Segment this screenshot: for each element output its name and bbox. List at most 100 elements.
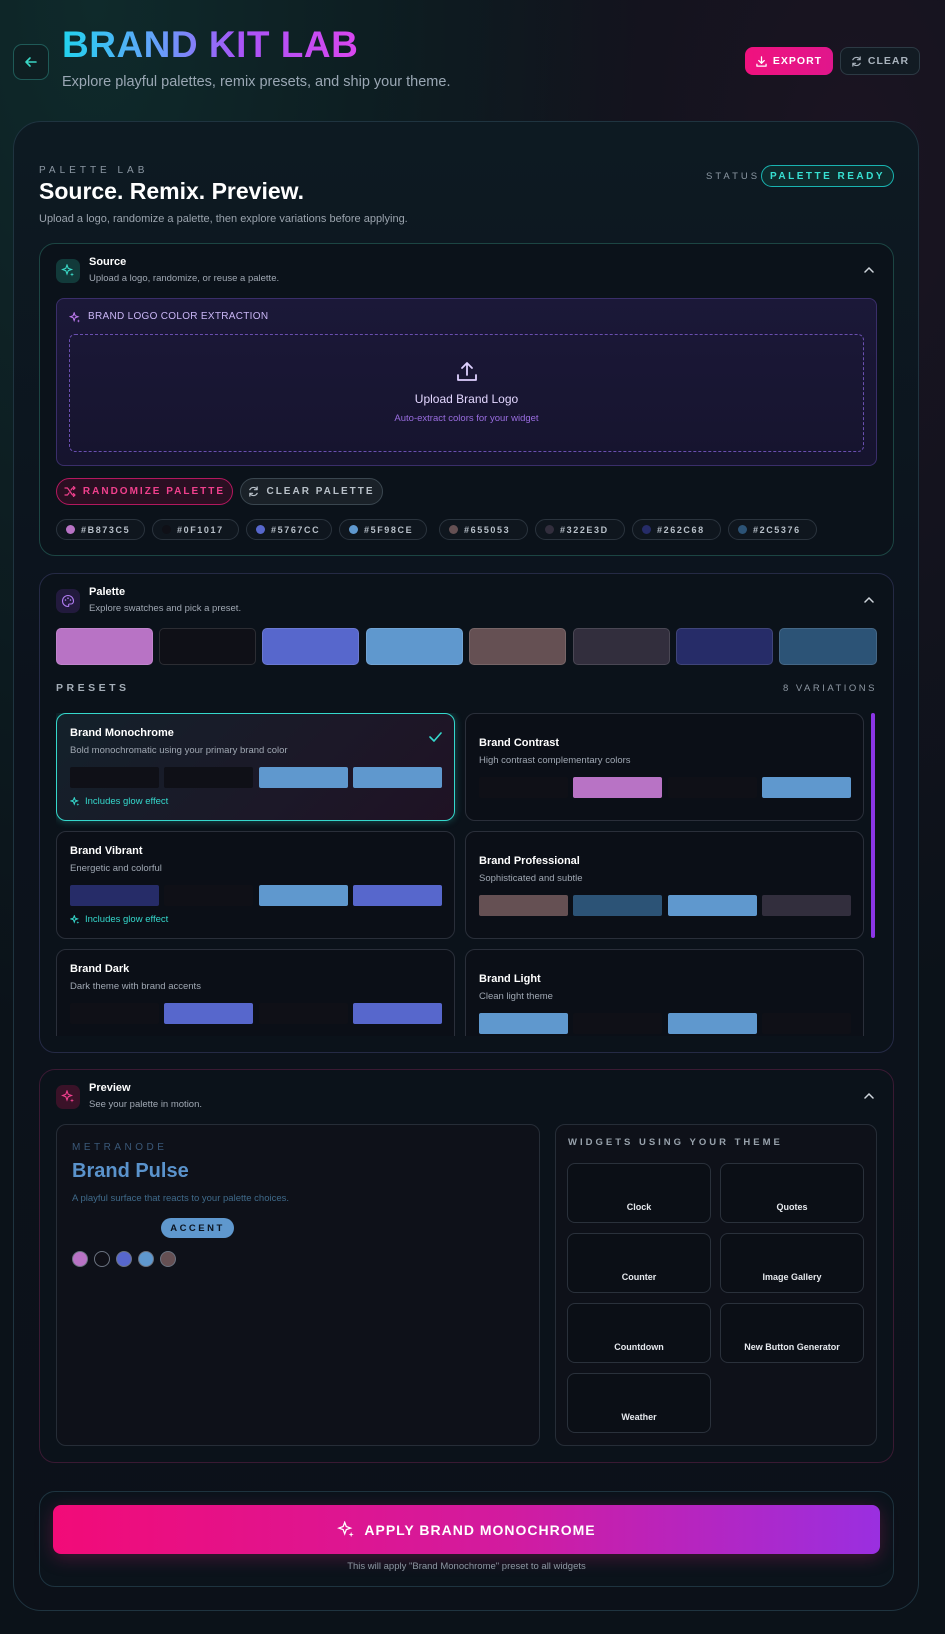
apply-note: This will apply "Brand Monochrome" prese… (347, 1561, 586, 1572)
palette-swatch[interactable] (262, 628, 359, 665)
widget-weather[interactable]: Weather (567, 1373, 711, 1433)
source-collapse-toggle[interactable] (864, 264, 874, 276)
preset-card-brand-light[interactable]: Brand Light Clean light theme (465, 949, 864, 1036)
refresh-icon (852, 55, 861, 67)
color-chip[interactable]: #322E3D (535, 519, 625, 540)
preset-color-bar (164, 1003, 253, 1024)
color-dot (349, 525, 358, 534)
preset-card-brand-monochrome[interactable]: Brand Monochrome Bold monochromatic usin… (56, 713, 455, 821)
preset-color-bar (668, 895, 757, 916)
color-chip[interactable]: #5767CC (246, 519, 332, 540)
preset-color-bar (668, 777, 757, 798)
preset-name: Brand Vibrant (70, 845, 143, 857)
preset-card-brand-dark[interactable]: Brand Dark Dark theme with brand accents (56, 949, 455, 1036)
sparkles-icon (61, 264, 74, 277)
palette-section-icon (56, 589, 80, 613)
chevron-up-icon (864, 266, 874, 273)
widget-quotes[interactable]: Quotes (720, 1163, 864, 1223)
preset-card-brand-vibrant[interactable]: Brand Vibrant Energetic and colorful Inc… (56, 831, 455, 939)
color-chip[interactable]: #5F98CE (339, 519, 427, 540)
source-title: Source (89, 256, 127, 268)
sparkles-icon (337, 1520, 355, 1537)
preview-kicker: METRANODE (72, 1142, 168, 1153)
preset-desc: Sophisticated and subtle (479, 873, 583, 884)
palette-swatch[interactable] (676, 628, 773, 665)
color-dot (738, 525, 747, 534)
palette-swatch[interactable] (159, 628, 256, 665)
preset-name: Brand Dark (70, 963, 130, 975)
color-chip[interactable]: #0F1017 (152, 519, 239, 540)
preset-color-bar (762, 1013, 851, 1034)
clear-button[interactable]: CLEAR (840, 47, 920, 75)
widget-image-gallery[interactable]: Image Gallery (720, 1233, 864, 1293)
preview-color-dot (116, 1251, 132, 1267)
preview-color-dot (94, 1251, 110, 1267)
widget-clock[interactable]: Clock (567, 1163, 711, 1223)
color-dot (162, 525, 171, 534)
preview-color-dot (72, 1251, 88, 1267)
preset-name: Brand Light (479, 973, 541, 985)
refresh-icon (249, 486, 259, 497)
color-chip[interactable]: #262C68 (632, 519, 721, 540)
palette-swatch[interactable] (573, 628, 670, 665)
widget-new-button-generator[interactable]: New Button Generator (720, 1303, 864, 1363)
back-button[interactable] (13, 44, 49, 80)
preview-section-icon (56, 1085, 80, 1109)
widget-counter[interactable]: Counter (567, 1233, 711, 1293)
preset-color-bar (259, 767, 348, 788)
status-label: STATUS (706, 171, 761, 182)
clear-palette-button[interactable]: CLEAR PALETTE (240, 478, 383, 505)
chevron-up-icon (864, 1092, 874, 1099)
palette-swatch[interactable] (56, 628, 153, 665)
preset-card-brand-professional[interactable]: Brand Professional Sophisticated and sub… (465, 831, 864, 939)
preset-desc: Energetic and colorful (70, 863, 162, 874)
lab-kicker: PALETTE LAB (39, 165, 149, 176)
preset-color-bar (573, 1013, 662, 1034)
color-dot (642, 525, 651, 534)
preset-color-bar (762, 777, 851, 798)
status-badge: PALETTE READY (761, 165, 894, 187)
export-button[interactable]: EXPORT (745, 47, 833, 75)
preset-name: Brand Monochrome (70, 727, 174, 739)
randomize-palette-button[interactable]: RANDOMIZE PALETTE (56, 478, 233, 505)
preset-color-bar (259, 885, 348, 906)
clear-label: CLEAR (867, 55, 910, 67)
palette-swatch[interactable] (469, 628, 566, 665)
shuffle-icon (64, 486, 76, 497)
preset-color-bar (70, 1003, 159, 1024)
app-title: BRAND KIT LAB (62, 24, 359, 65)
preset-color-bar (70, 767, 159, 788)
upload-title: Upload Brand Logo (414, 392, 519, 406)
variations-count: 8 VARIATIONS (782, 683, 877, 694)
preset-color-bar (573, 895, 662, 916)
preview-collapse-toggle[interactable] (864, 1090, 874, 1102)
preset-color-bar (479, 777, 568, 798)
color-chip[interactable]: #2C5376 (728, 519, 817, 540)
sparkles-small-icon (68, 311, 81, 329)
widgets-title: WIDGETS USING YOUR THEME (568, 1137, 783, 1148)
preset-card-brand-contrast[interactable]: Brand Contrast High contrast complementa… (465, 713, 864, 821)
color-chip[interactable]: #B873C5 (56, 519, 145, 540)
check-icon (429, 729, 442, 745)
color-dot (545, 525, 554, 534)
color-dot (449, 525, 458, 534)
upload-icon (455, 360, 479, 389)
widget-countdown[interactable]: Countdown (567, 1303, 711, 1363)
app-subtitle: Explore playful palettes, remix presets,… (62, 74, 451, 90)
presets-list[interactable]: Brand Monochrome Bold monochromatic usin… (56, 713, 868, 1036)
preset-desc: Dark theme with brand accents (70, 981, 201, 992)
presets-scrollbar[interactable] (871, 713, 875, 938)
palette-swatch[interactable] (366, 628, 463, 665)
apply-preset-button[interactable]: APPLY BRAND MONOCHROME (53, 1505, 880, 1554)
glow-note: Includes glow effect (70, 796, 168, 807)
preview-title: Preview (89, 1082, 131, 1094)
preset-color-bar (353, 767, 442, 788)
preset-color-bar (164, 767, 253, 788)
palette-collapse-toggle[interactable] (864, 594, 874, 606)
color-chip[interactable]: #655053 (439, 519, 528, 540)
preset-color-bar (353, 885, 442, 906)
palette-swatch[interactable] (779, 628, 877, 665)
preset-color-bar (164, 885, 253, 906)
preset-color-bar (668, 1013, 757, 1034)
chevron-up-icon (864, 596, 874, 603)
